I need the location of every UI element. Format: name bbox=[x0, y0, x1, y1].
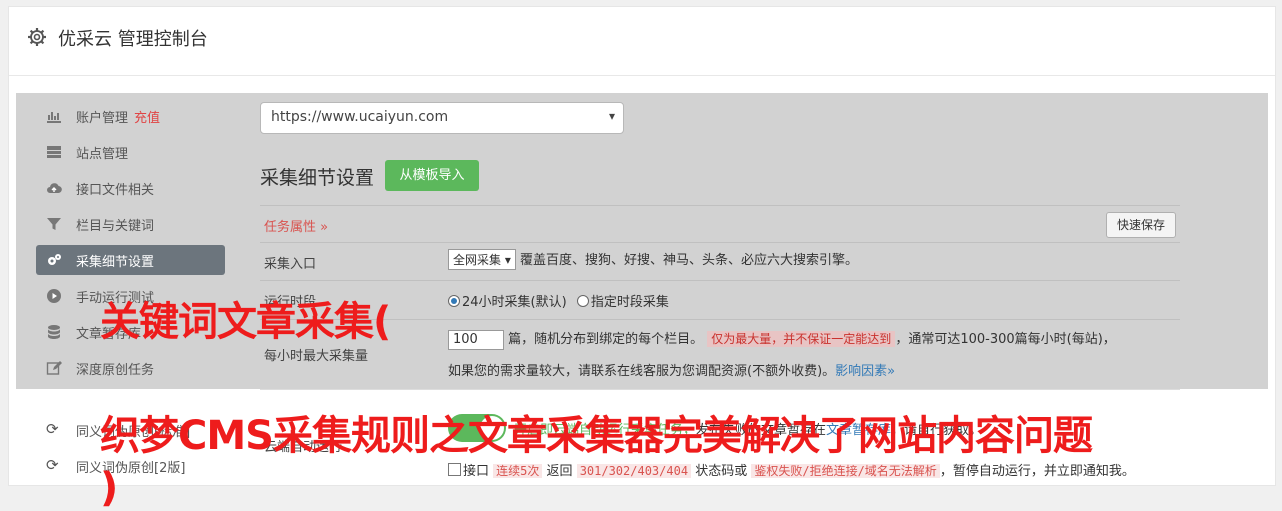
consecutive-tag: 连续5次 bbox=[493, 464, 543, 478]
max-per-hour-row: 每小时最大采集量 100 篇，随机分布到绑定的每个栏目。 仅为最大量，并不保证一… bbox=[260, 319, 1180, 390]
entry-description: 覆盖百度、搜狗、好搜、神马、头条、必应六大搜索引擎。 bbox=[520, 253, 859, 268]
chevron-down-icon: ▾ bbox=[608, 109, 615, 123]
interface-checkbox[interactable] bbox=[448, 463, 461, 476]
cloud-upload-icon bbox=[47, 183, 62, 194]
overlay-title-line3: ) bbox=[100, 465, 118, 511]
sidebar-item-deep-original[interactable]: 深度原创任务 bbox=[36, 353, 225, 383]
interface-label: 接口 bbox=[463, 464, 490, 479]
server-icon bbox=[47, 146, 61, 158]
refresh-icon: ⟳ bbox=[46, 456, 59, 474]
sidebar-item-account[interactable]: 账户管理 充值 bbox=[36, 101, 225, 131]
overlay-title-line2: 织梦CMS采集规则之文章采集器完美解决了网站内容问题 bbox=[100, 413, 1093, 459]
max-per-hour-label: 每小时最大采集量 bbox=[264, 349, 369, 364]
filter-icon bbox=[47, 218, 61, 230]
sidebar-item-sites[interactable]: 站点管理 bbox=[36, 137, 225, 167]
sidebar-item-columns-keywords[interactable]: 栏目与关键词 bbox=[36, 209, 225, 239]
factors-link[interactable]: 影响因素» bbox=[835, 364, 895, 379]
interface-or-text: 状态码或 bbox=[695, 464, 748, 479]
runtime-24h-radio[interactable] bbox=[448, 295, 460, 307]
sidebar-item-label: 接口文件相关 bbox=[76, 183, 155, 198]
sidebar-item-interface-files[interactable]: 接口文件相关 bbox=[36, 173, 225, 203]
entry-select-value: 全网采集 bbox=[453, 253, 502, 267]
section-title: 采集细节设置 bbox=[260, 167, 375, 189]
runtime-row: 运行时段 24小时采集(默认) 指定时段采集 bbox=[260, 280, 1180, 319]
sidebar-item-label: 账户管理 bbox=[76, 111, 129, 126]
import-template-button[interactable]: 从模板导入 bbox=[385, 160, 479, 191]
site-select-value: https://www.ucaiyun.com bbox=[271, 109, 449, 125]
interface-return-text: 返回 bbox=[546, 464, 573, 479]
edit-icon bbox=[46, 361, 62, 375]
task-attributes-bar: 任务属性 » 快速保存 bbox=[260, 205, 1180, 242]
play-circle-icon bbox=[47, 289, 61, 303]
sidebar-item-label: 同义词伪原创[2版] bbox=[76, 461, 186, 476]
database-icon bbox=[48, 325, 60, 339]
max-typical-text: ，通常可达100-300篇每小时(每站)， bbox=[895, 332, 1116, 347]
sidebar-item-collection-settings[interactable]: 采集细节设置 bbox=[36, 245, 225, 275]
entry-select[interactable]: 全网采集 ▾ bbox=[448, 249, 516, 270]
recharge-link[interactable]: 充值 bbox=[134, 111, 160, 126]
runtime-specified-label: 指定时段采集 bbox=[590, 295, 669, 310]
max-per-hour-text: 篇，随机分布到绑定的每个栏目。 bbox=[508, 332, 704, 347]
max-per-hour-input[interactable]: 100 bbox=[448, 329, 504, 350]
max-contact-text: 如果您的需求量较大，请联系在线客服为您调配资源(不额外收费)。 bbox=[448, 364, 836, 379]
entry-label: 采集入口 bbox=[264, 257, 317, 272]
max-warning-badge: 仅为最大量，并不保证一定能达到 bbox=[707, 331, 896, 347]
sidebar-item-label: 站点管理 bbox=[76, 147, 129, 162]
interface-pause-text: ，暂停自动运行，并立即通知我。 bbox=[939, 464, 1135, 479]
sidebar-item-label: 深度原创任务 bbox=[76, 363, 155, 378]
site-select[interactable]: https://www.ucaiyun.com ▾ bbox=[260, 102, 624, 134]
task-attributes-toggle[interactable]: 任务属性 » bbox=[264, 216, 328, 235]
runtime-24h-label: 24小时采集(默认) bbox=[462, 295, 567, 310]
quick-save-button[interactable]: 快速保存 bbox=[1106, 212, 1176, 238]
gears-icon bbox=[48, 254, 61, 265]
console-header: 优采云 管理控制台 bbox=[9, 7, 1275, 76]
sidebar-item-label: 采集细节设置 bbox=[76, 255, 155, 270]
refresh-icon: ⟳ bbox=[46, 420, 59, 438]
sidebar-item-label: 栏目与关键词 bbox=[76, 219, 155, 234]
status-codes-tag: 301/302/403/404 bbox=[576, 464, 692, 478]
bar-chart-icon bbox=[47, 112, 61, 123]
entry-row: 采集入口 全网采集 ▾ 覆盖百度、搜狗、好搜、神马、头条、必应六大搜索引擎。 bbox=[260, 242, 1180, 280]
runtime-specified-radio[interactable] bbox=[576, 295, 589, 307]
auth-failure-tag: 鉴权失败/拒绝连接/域名无法解析 bbox=[751, 464, 940, 478]
overlay-title-line1: 关键词文章采集( bbox=[100, 299, 391, 345]
page-title: 优采云 管理控制台 bbox=[58, 29, 208, 50]
gear-icon bbox=[28, 28, 46, 46]
